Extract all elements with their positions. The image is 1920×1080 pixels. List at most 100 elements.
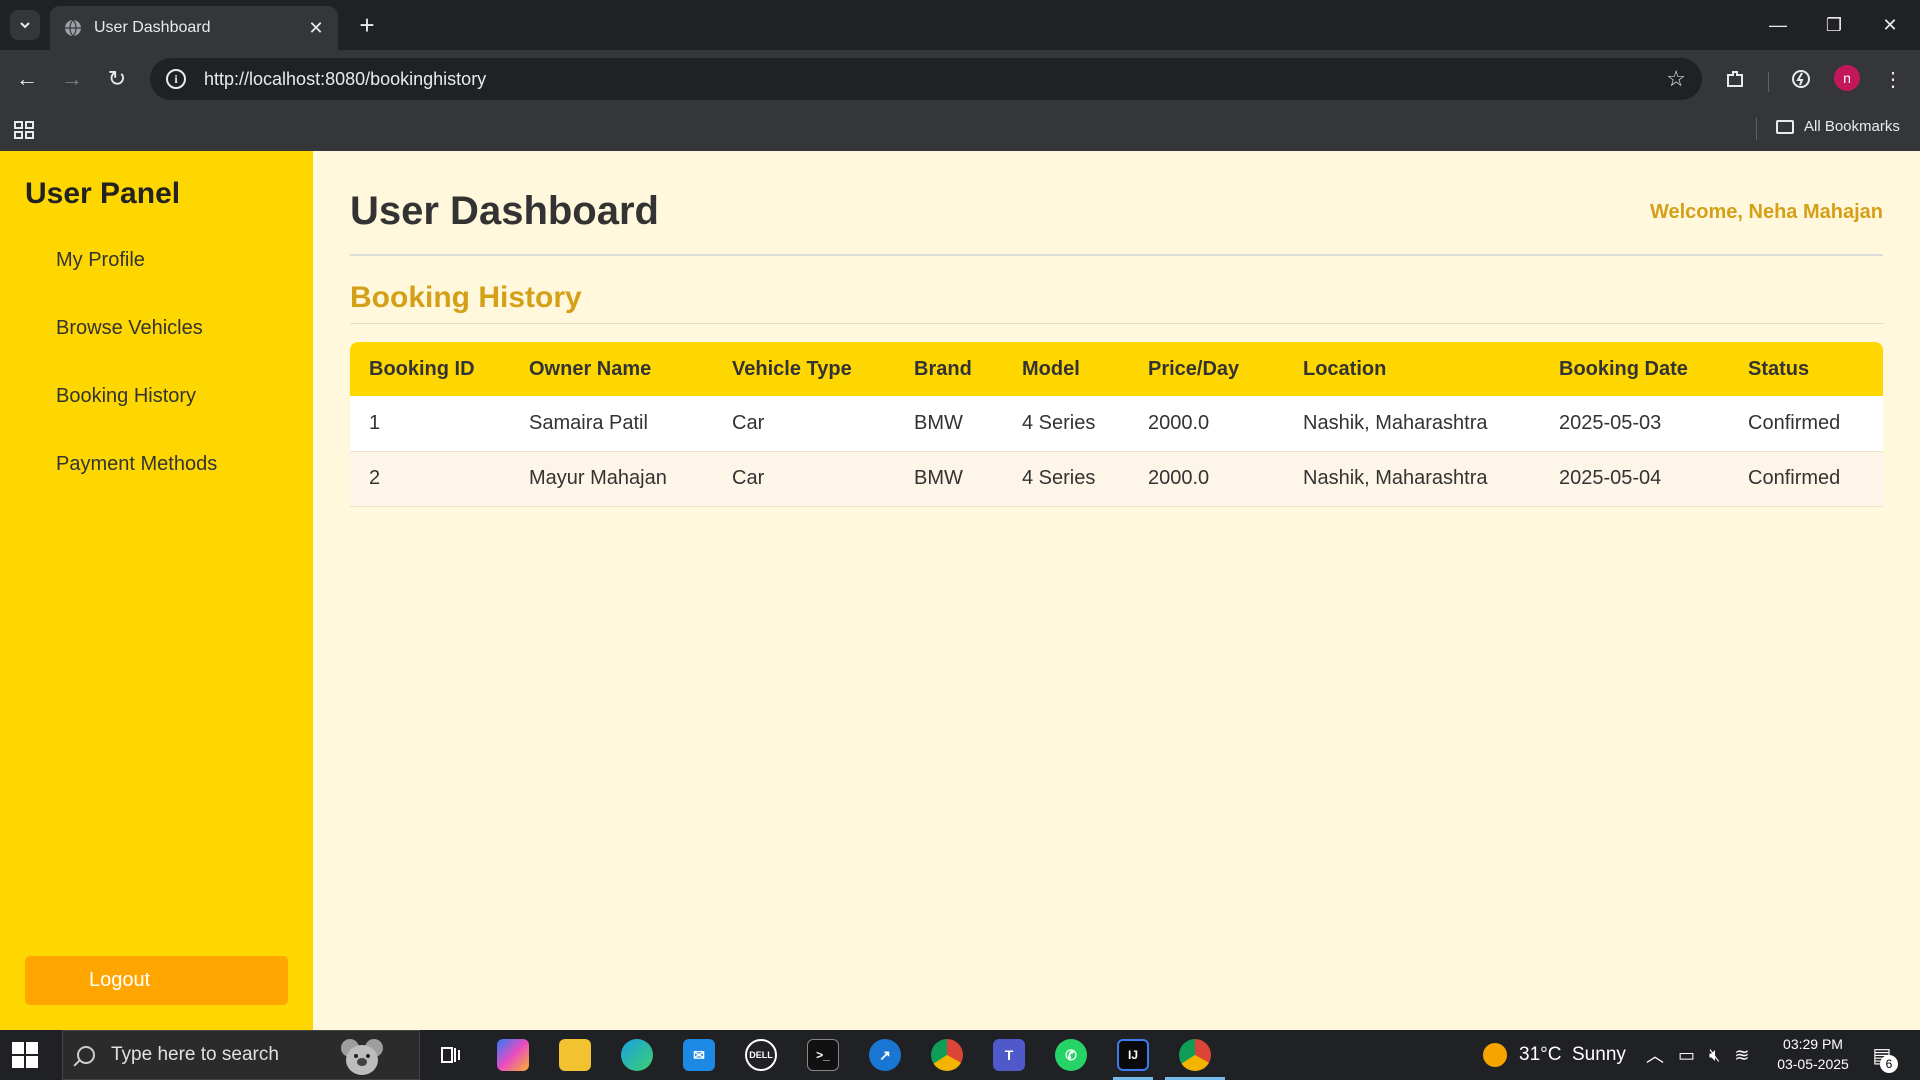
close-window-icon[interactable]: ✕: [1862, 0, 1918, 50]
new-tab-button[interactable]: +: [352, 10, 382, 40]
title-divider: [350, 254, 1883, 256]
url-text[interactable]: http://localhost:8080/bookinghistory: [204, 69, 1666, 90]
browser-tab-bar: User Dashboard ✕ + — ❐ ✕: [0, 0, 1920, 50]
notification-count-badge: 6: [1880, 1055, 1898, 1073]
page-content: User Panel My Profile Browse Vehicles Bo…: [0, 151, 1920, 1030]
chrome-icon[interactable]: [931, 1039, 963, 1071]
all-bookmarks-button[interactable]: All Bookmarks: [1776, 118, 1900, 135]
page-title: User Dashboard: [350, 189, 659, 233]
header-booking-id: Booking ID: [369, 357, 475, 380]
browser-toolbar: ← → ↻ i http://localhost:8080/bookinghis…: [0, 50, 1920, 108]
cell-brand: BMW: [895, 451, 1003, 507]
cell-status: Confirmed: [1729, 451, 1883, 507]
address-bar[interactable]: i http://localhost:8080/bookinghistory ☆: [150, 58, 1702, 100]
search-icon: [77, 1046, 95, 1064]
minimize-icon[interactable]: —: [1750, 0, 1806, 50]
chrome-profile-icon[interactable]: [1179, 1039, 1211, 1071]
cell-model: 4 Series: [1003, 451, 1129, 507]
battery-icon[interactable]: ▭: [1678, 1045, 1695, 1066]
cell-location: Nashik, Maharashtra: [1284, 451, 1540, 507]
tab-search-button[interactable]: [10, 10, 40, 40]
terminal-icon[interactable]: >_: [807, 1039, 839, 1071]
header-booking-date: Booking Date: [1559, 357, 1688, 380]
teams-icon[interactable]: T: [993, 1039, 1025, 1071]
dell-icon[interactable]: DELL: [745, 1039, 777, 1071]
koala-search-highlight-icon: [341, 1039, 383, 1075]
tab-title: User Dashboard: [94, 19, 211, 36]
cell-status: Confirmed: [1729, 396, 1883, 452]
header-owner-name: Owner Name: [529, 357, 652, 380]
mute-icon[interactable]: 🔇︎: [1709, 1045, 1720, 1066]
edge-icon[interactable]: [621, 1039, 653, 1071]
cell-booking-id: 2: [350, 451, 510, 507]
intellij-icon[interactable]: IJ: [1117, 1039, 1149, 1071]
cell-booking-id: 1: [350, 396, 510, 452]
header-model: Model: [1022, 357, 1080, 380]
sidebar-item-browse-vehicles[interactable]: Browse Vehicles: [56, 317, 203, 340]
more-menu-icon[interactable]: ⋮: [1878, 64, 1908, 94]
cell-model: 4 Series: [1003, 396, 1129, 452]
whatsapp-icon[interactable]: ✆: [1055, 1039, 1087, 1071]
sidebar-item-booking-history[interactable]: Booking History: [56, 385, 196, 408]
cell-vehicle-type: Car: [713, 451, 895, 507]
performance-icon[interactable]: [1786, 64, 1816, 94]
welcome-message: Welcome, Neha Mahajan: [1649, 201, 1883, 223]
mail-icon[interactable]: ✉: [683, 1039, 715, 1071]
section-title: Booking History: [350, 281, 582, 314]
sun-icon: [1483, 1043, 1507, 1067]
cell-price-day: 2000.0: [1129, 451, 1284, 507]
back-icon[interactable]: ←: [12, 64, 42, 94]
globe-icon: [65, 19, 81, 37]
weather-text: 31°C Sunny: [1519, 1044, 1626, 1065]
close-tab-icon[interactable]: ✕: [306, 18, 326, 38]
folder-icon: [1776, 119, 1794, 134]
cell-booking-date: 2025-05-04: [1540, 451, 1729, 507]
speedtest-icon[interactable]: ↗: [869, 1039, 901, 1071]
sidebar-item-my-profile[interactable]: My Profile: [56, 249, 145, 272]
extensions-icon[interactable]: [1720, 64, 1750, 94]
sidebar-item-payment-methods[interactable]: Payment Methods: [56, 453, 217, 476]
cell-owner-name: Mayur Mahajan: [510, 451, 713, 507]
task-view-icon[interactable]: [434, 1039, 466, 1071]
reload-icon[interactable]: ↻: [102, 64, 132, 94]
copilot-icon[interactable]: [497, 1039, 529, 1071]
clock-date: 03-05-2025: [1777, 1056, 1849, 1072]
booking-history-table: Booking ID Owner Name Vehicle Type Brand…: [350, 342, 1883, 507]
section-divider: [350, 323, 1883, 324]
apps-grid-icon[interactable]: [12, 118, 36, 142]
bookmarks-bar: All Bookmarks: [0, 108, 1920, 151]
cell-owner-name: Samaira Patil: [510, 396, 713, 452]
cell-brand: BMW: [895, 396, 1003, 452]
profile-avatar[interactable]: n: [1834, 65, 1860, 91]
clock-time: 03:29 PM: [1783, 1036, 1843, 1052]
wifi-icon[interactable]: ≋: [1734, 1045, 1749, 1066]
windows-taskbar: Type here to search ✉ DELL >_ ↗ T ✆ IJ 3…: [0, 1030, 1920, 1080]
file-explorer-icon[interactable]: [559, 1039, 591, 1071]
cell-price-day: 2000.0: [1129, 396, 1284, 452]
taskbar-clock[interactable]: 03:29 PM 03-05-2025: [1758, 1034, 1868, 1074]
taskbar-search-placeholder: Type here to search: [111, 1044, 279, 1065]
forward-icon[interactable]: →: [57, 64, 87, 94]
table-row: 2 Mayur Mahajan Car BMW 4 Series 2000.0 …: [350, 451, 1883, 507]
weather-widget[interactable]: 31°C Sunny: [1483, 1030, 1626, 1080]
bookmark-star-icon[interactable]: ☆: [1666, 66, 1686, 92]
sidebar-title: User Panel: [25, 177, 181, 210]
cell-location: Nashik, Maharashtra: [1284, 396, 1540, 452]
sidebar: User Panel My Profile Browse Vehicles Bo…: [0, 151, 313, 1030]
table-row: 1 Samaira Patil Car BMW 4 Series 2000.0 …: [350, 396, 1883, 452]
site-info-icon[interactable]: i: [166, 69, 186, 89]
chevron-down-icon: [20, 22, 30, 29]
cell-booking-date: 2025-05-03: [1540, 396, 1729, 452]
table-header-row: Booking ID Owner Name Vehicle Type Brand…: [350, 342, 1883, 396]
header-price-day: Price/Day: [1148, 357, 1240, 380]
header-vehicle-type: Vehicle Type: [732, 357, 852, 380]
all-bookmarks-label: All Bookmarks: [1804, 118, 1900, 135]
chevron-up-icon[interactable]: ︿: [1646, 1042, 1664, 1068]
cell-vehicle-type: Car: [713, 396, 895, 452]
header-location: Location: [1303, 357, 1387, 380]
browser-tab[interactable]: User Dashboard ✕: [50, 6, 338, 50]
header-status: Status: [1748, 357, 1810, 380]
restore-icon[interactable]: ❐: [1806, 0, 1862, 50]
windows-start-icon[interactable]: [12, 1042, 38, 1068]
logout-button[interactable]: Logout: [25, 956, 288, 1005]
